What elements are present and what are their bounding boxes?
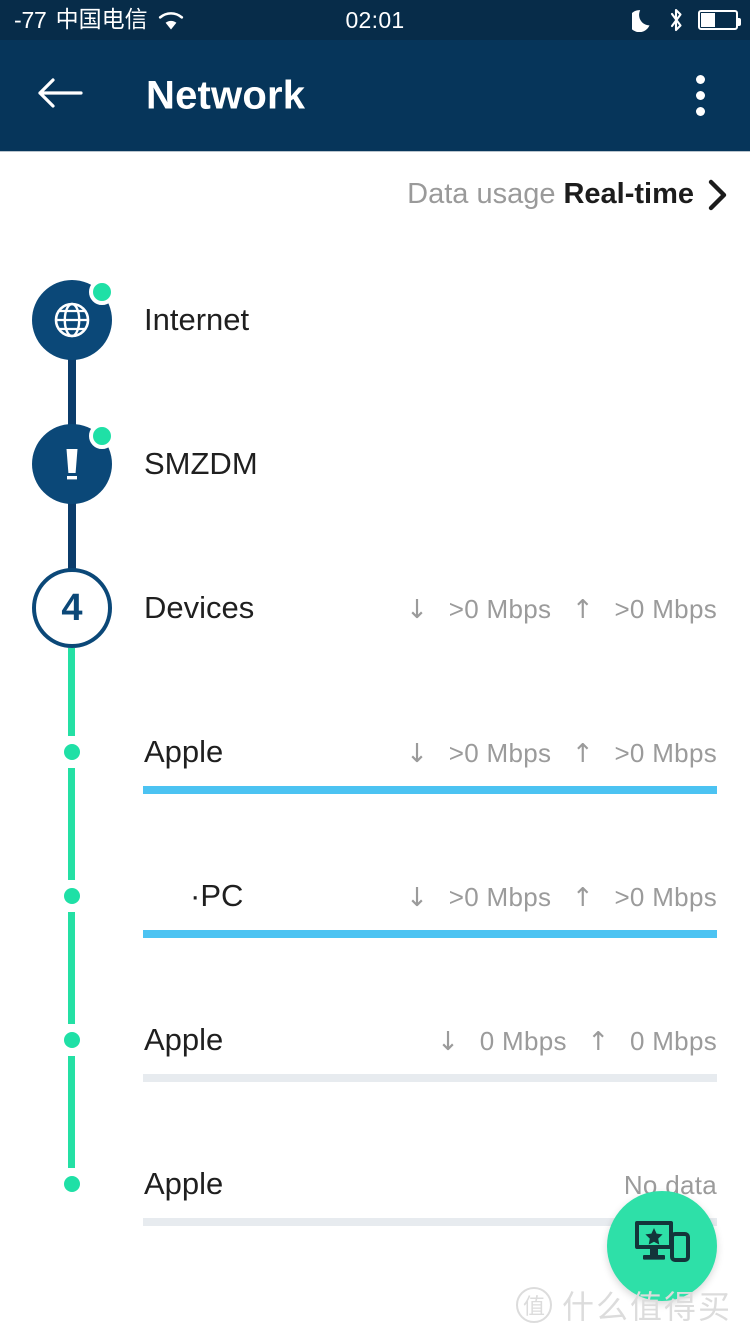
upload-arrow-icon: ↑ — [571, 595, 594, 625]
battery-icon — [698, 10, 741, 30]
data-usage-value: Real-time — [563, 178, 694, 210]
device-speed: ↓ >0 Mbps ↑ >0 Mbps — [406, 738, 717, 769]
download-arrow-icon: ↓ — [406, 595, 429, 625]
devices-upload-speed: >0 Mbps — [614, 594, 717, 624]
row-label-router[interactable]: SMZDM — [144, 446, 258, 482]
node-devices[interactable]: 4 — [32, 568, 112, 648]
download-arrow-icon: ↓ — [406, 883, 429, 913]
row-label-devices[interactable]: Devices — [144, 590, 254, 626]
device-upload-speed: >0 Mbps — [614, 738, 717, 768]
chevron-right-icon — [708, 179, 728, 211]
download-arrow-icon: ↓ — [437, 1027, 460, 1057]
device-speed: ↓ 0 Mbps ↑ 0 Mbps — [437, 1026, 717, 1057]
device-name: Apple — [144, 734, 224, 769]
download-arrow-icon: ↓ — [406, 739, 429, 769]
page-title: Network — [146, 73, 306, 117]
status-badge-online — [89, 423, 115, 449]
overflow-dot — [695, 91, 705, 100]
moon-icon — [632, 8, 654, 32]
devices-download-speed: >0 Mbps — [448, 594, 552, 624]
leaf-dot-device-4 — [64, 1176, 80, 1192]
leaf-dot-device-3 — [64, 1032, 80, 1048]
device-speed: ↓ >0 Mbps ↑ >0 Mbps — [406, 882, 717, 913]
device-upload-speed: >0 Mbps — [614, 882, 717, 912]
leaf-dot-device-2 — [64, 888, 80, 904]
data-usage-selector[interactable]: Data usage Real-time — [407, 178, 728, 211]
device-download-speed: >0 Mbps — [448, 882, 552, 912]
row-speed-devices: ↓ >0 Mbps ↑ >0 Mbps — [406, 594, 717, 625]
device-priority-fab[interactable] — [607, 1191, 717, 1301]
device-usage-bar — [143, 1074, 717, 1082]
device-name: Apple — [144, 1166, 224, 1201]
data-usage-label: Data usage — [407, 178, 556, 210]
status-badge-online — [89, 279, 115, 305]
rail-segment-leaf1-leaf2 — [68, 768, 75, 880]
upload-arrow-icon: ↑ — [571, 883, 594, 913]
battery-fill — [701, 13, 715, 27]
rail-segment-router-devices — [68, 496, 76, 574]
rail-segment-devices-leaf1 — [68, 648, 75, 736]
device-count: 4 — [61, 586, 83, 629]
phone-screen: -77 中国电信 02:01 Network Data usage Real-t… — [0, 0, 750, 1334]
device-usage-bar — [143, 786, 717, 794]
device-download-speed: >0 Mbps — [448, 738, 552, 768]
device-upload-speed: 0 Mbps — [629, 1026, 717, 1056]
leaf-dot-device-1 — [64, 744, 80, 760]
overflow-dot — [695, 75, 705, 84]
device-priority-icon — [633, 1218, 691, 1275]
rail-segment-leaf3-leaf4 — [68, 1056, 75, 1168]
row-label-internet[interactable]: Internet — [144, 302, 249, 338]
node-internet[interactable] — [32, 279, 115, 360]
status-bar-right — [632, 0, 741, 40]
device-name: ·PC — [190, 878, 244, 913]
overflow-menu-button[interactable] — [672, 66, 728, 126]
node-router[interactable] — [32, 423, 115, 504]
rail-segment-leaf2-leaf3 — [68, 912, 75, 1024]
device-download-speed: 0 Mbps — [479, 1026, 567, 1056]
overflow-dot — [695, 107, 705, 116]
upload-arrow-icon: ↑ — [571, 739, 594, 769]
watermark: 值 什么值得买 — [515, 1282, 732, 1328]
topology-rail: 4 — [0, 0, 150, 1334]
upload-arrow-icon: ↑ — [587, 1027, 610, 1057]
bluetooth-icon — [667, 7, 685, 33]
watermark-logo: 值 — [515, 1287, 552, 1323]
device-name: Apple — [144, 1022, 224, 1057]
device-usage-bar — [143, 930, 717, 938]
